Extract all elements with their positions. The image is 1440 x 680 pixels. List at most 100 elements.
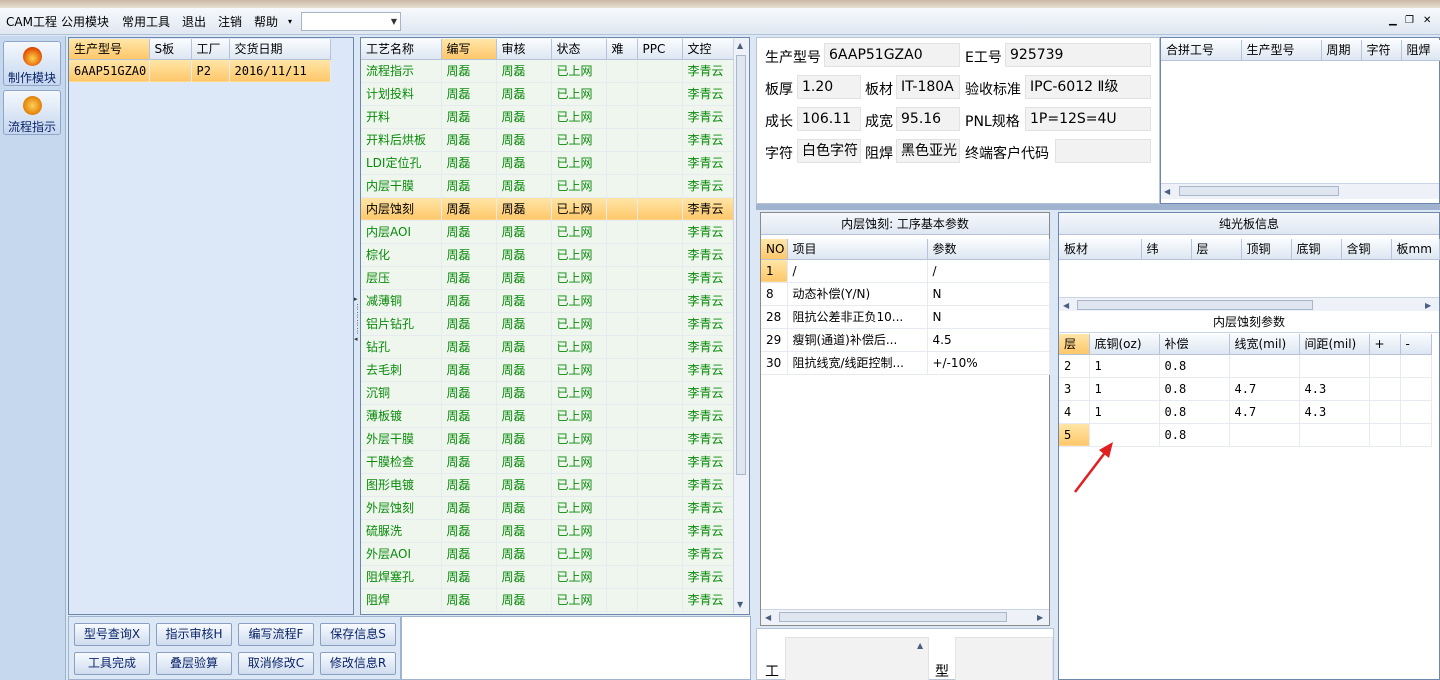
col-header-board[interactable]: 板材 xyxy=(1059,239,1142,260)
table-row[interactable]: 阻焊塞孔 周磊 周磊 已上网 李青云 xyxy=(361,565,734,589)
col-header-top-copper[interactable]: 顶铜 xyxy=(1241,239,1292,260)
table-row[interactable]: 4 1 0.8 4.7 4.3 xyxy=(1059,400,1432,424)
bottom-right-field[interactable] xyxy=(955,637,1053,680)
cancel-modify-button[interactable]: 取消修改C xyxy=(238,652,314,675)
col-header-plus[interactable]: + xyxy=(1369,334,1401,355)
col-header-writer[interactable]: 编写 xyxy=(441,39,497,60)
nav-make-module-button[interactable]: 制作模块 xyxy=(3,41,61,86)
table-row[interactable]: 去毛刺 周磊 周磊 已上网 李青云 xyxy=(361,358,734,382)
col-header-board-mm[interactable]: 板mm xyxy=(1391,239,1440,260)
col-header-difficulty[interactable]: 难 xyxy=(606,39,638,60)
scroll-left-icon[interactable]: ◀ xyxy=(1063,301,1069,310)
field-length[interactable]: 106.11 xyxy=(797,107,861,131)
table-row[interactable]: 8 动态补偿(Y/N) N xyxy=(761,282,1050,306)
table-row[interactable]: 2 1 0.8 xyxy=(1059,354,1432,378)
col-header-model[interactable]: 生产型号 xyxy=(69,39,150,60)
menu-public-module[interactable]: 公用模块 xyxy=(61,13,109,30)
field-e-work-no[interactable]: 925739 xyxy=(1005,43,1151,67)
col-header-layer[interactable]: 层 xyxy=(1059,334,1090,355)
field-customer-code[interactable] xyxy=(1055,139,1151,163)
scroll-up-icon[interactable]: ▲ xyxy=(917,641,923,650)
table-row[interactable]: 外层蚀刻 周磊 周磊 已上网 李青云 xyxy=(361,496,734,520)
field-production-model[interactable]: 6AAP51GZA0 xyxy=(824,43,960,67)
col-header-doc-control[interactable]: 文控 xyxy=(682,39,734,60)
col-header-process-name[interactable]: 工艺名称 xyxy=(361,39,442,60)
field-standard[interactable]: IPC-6012 Ⅱ级 xyxy=(1025,75,1151,99)
table-row[interactable]: 图形电镀 周磊 周磊 已上网 李青云 xyxy=(361,473,734,497)
menu-help[interactable]: 帮助 xyxy=(254,13,278,30)
tool-complete-button[interactable]: 工具完成 xyxy=(74,652,150,675)
field-solder[interactable]: 黑色亚光 xyxy=(896,139,960,163)
col-header-status[interactable]: 状态 xyxy=(551,39,607,60)
scroll-down-icon[interactable]: ▼ xyxy=(737,600,743,609)
scroll-left-icon[interactable]: ◀ xyxy=(765,613,771,622)
nav-flow-instruction-button[interactable]: 流程指示 xyxy=(3,90,61,135)
table-row[interactable]: 28 阻抗公差非正负10... N xyxy=(761,305,1050,329)
col-header-with-copper[interactable]: 含铜 xyxy=(1341,239,1392,260)
col-header-legend[interactable]: 字符 xyxy=(1361,40,1402,61)
table-row[interactable]: 硫脲洗 周磊 周磊 已上网 李青云 xyxy=(361,519,734,543)
field-legend[interactable]: 白色字符 xyxy=(797,139,861,163)
col-header-compensation[interactable]: 补偿 xyxy=(1159,334,1230,355)
minimize-icon[interactable]: ▁ xyxy=(1389,15,1397,26)
col-header-solder[interactable]: 阻焊 xyxy=(1401,40,1440,61)
toolbar-dropdown[interactable]: ▼ xyxy=(301,12,401,31)
menu-exit[interactable]: 退出 xyxy=(182,13,206,30)
col-header-combine-no[interactable]: 合拼工号 xyxy=(1161,40,1242,61)
table-row[interactable]: 内层干膜 周磊 周磊 已上网 李青云 xyxy=(361,174,734,198)
model-query-button[interactable]: 型号查询X xyxy=(74,623,150,646)
table-row[interactable]: 30 阻抗线宽/线距控制... +/-10% xyxy=(761,351,1050,375)
table-row[interactable]: 外层AOI 周磊 周磊 已上网 李青云 xyxy=(361,542,734,566)
table-row[interactable]: 29 瘦铜(通道)补偿后... 4.5 xyxy=(761,328,1050,352)
table-row[interactable]: 铝片钻孔 周磊 周磊 已上网 李青云 xyxy=(361,312,734,336)
save-info-button[interactable]: 保存信息S xyxy=(320,623,396,646)
process-table-scrollbar[interactable]: ▲ ▼ xyxy=(733,39,749,613)
col-header-reviewer[interactable]: 审核 xyxy=(496,39,552,60)
table-row[interactable]: 开料 周磊 周磊 已上网 李青云 xyxy=(361,105,734,129)
scroll-thumb[interactable] xyxy=(1077,300,1313,310)
table-row[interactable]: 沉铜 周磊 周磊 已上网 李青云 xyxy=(361,381,734,405)
table-row[interactable]: 1// xyxy=(761,259,1050,283)
col-header-line-width[interactable]: 线宽(mil) xyxy=(1229,334,1300,355)
table-row[interactable]: 外层干膜 周磊 周磊 已上网 李青云 xyxy=(361,427,734,451)
col-header-base-copper[interactable]: 底铜(oz) xyxy=(1089,334,1160,355)
menu-logout[interactable]: 注销 xyxy=(218,13,242,30)
scroll-right-icon[interactable]: ▶ xyxy=(1037,613,1043,622)
table-row[interactable]: 3 1 0.8 4.7 4.3 xyxy=(1059,377,1432,401)
menu-common-tools[interactable]: 常用工具 xyxy=(122,13,170,30)
col-header-s-board[interactable]: S板 xyxy=(149,39,192,60)
scroll-thumb[interactable] xyxy=(1179,186,1339,196)
scroll-thumb[interactable] xyxy=(736,55,746,475)
col-header-item[interactable]: 项目 xyxy=(787,239,928,260)
field-width[interactable]: 95.16 xyxy=(896,107,960,131)
stack-check-button[interactable]: 叠层验算 xyxy=(156,652,232,675)
table-row[interactable]: 阻焊 周磊 周磊 已上网 李青云 xyxy=(361,588,734,612)
bottom-left-field[interactable] xyxy=(785,637,929,680)
col-header-factory[interactable]: 工厂 xyxy=(191,39,230,60)
menu-cam-project[interactable]: CAM工程 xyxy=(6,13,57,30)
modify-info-button[interactable]: 修改信息R xyxy=(320,652,396,675)
col-header-spacing[interactable]: 间距(mil) xyxy=(1299,334,1370,355)
splitter-bar[interactable] xyxy=(756,204,1440,210)
scroll-right-icon[interactable]: ▶ xyxy=(1425,301,1431,310)
splitter-handle[interactable]: ▸ ⋮ ⋮ ⋮ ⋮ ◂ xyxy=(354,295,361,365)
restore-icon[interactable]: ❐ xyxy=(1405,15,1414,26)
col-header-delivery-date[interactable]: 交货日期 xyxy=(229,39,331,60)
close-icon[interactable]: ✕ xyxy=(1423,15,1431,26)
scroll-left-icon[interactable]: ◀ xyxy=(1164,187,1170,196)
write-flow-button[interactable]: 编写流程F xyxy=(238,623,314,646)
table-row[interactable]: 减薄铜 周磊 周磊 已上网 李青云 xyxy=(361,289,734,313)
col-header-combine-model[interactable]: 生产型号 xyxy=(1241,40,1322,61)
table-row[interactable]: 流程指示 周磊 周磊 已上网 李青云 xyxy=(361,59,734,83)
table-row[interactable]: 6AAP51GZA0 P2 2016/11/11 xyxy=(69,59,331,83)
col-header-bottom-copper[interactable]: 底铜 xyxy=(1291,239,1342,260)
table-row[interactable]: 棕化 周磊 周磊 已上网 李青云 xyxy=(361,243,734,267)
table-row[interactable]: LDI定位孔 周磊 周磊 已上网 李青云 xyxy=(361,151,734,175)
table-row[interactable]: 开料后烘板 周磊 周磊 已上网 李青云 xyxy=(361,128,734,152)
col-header-param[interactable]: 参数 xyxy=(927,239,1050,260)
table-row[interactable]: 钻孔 周磊 周磊 已上网 李青云 xyxy=(361,335,734,359)
scroll-thumb[interactable] xyxy=(779,612,1007,622)
table-row[interactable]: 内层蚀刻 周磊 周磊 已上网 李青云 xyxy=(361,197,734,221)
col-header-period[interactable]: 周期 xyxy=(1321,40,1362,61)
field-thickness[interactable]: 1.20 xyxy=(797,75,861,99)
